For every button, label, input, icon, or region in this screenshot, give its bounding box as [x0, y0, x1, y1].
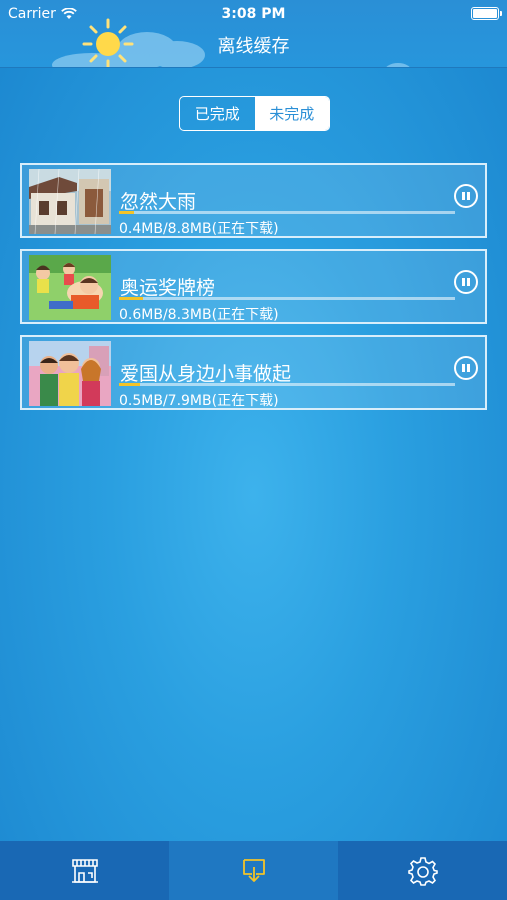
video-thumbnail	[29, 255, 111, 320]
download-title: 爱国从身边小事做起	[120, 363, 292, 385]
download-item[interactable]: 奥运奖牌榜 0.6MB/8.3MB(正在下载)	[20, 249, 487, 324]
download-item[interactable]: 爱国从身边小事做起 0.5MB/7.9MB(正在下载)	[20, 335, 487, 410]
download-progress	[119, 383, 455, 386]
status-bar: Carrier 3:08 PM	[0, 0, 507, 28]
download-size: 0.6MB/8.3MB(正在下载)	[119, 307, 279, 323]
video-thumbnail	[29, 169, 111, 234]
download-icon	[242, 858, 265, 882]
download-progress-fill	[119, 383, 141, 386]
gear-icon	[407, 856, 438, 886]
download-progress-fill	[119, 297, 144, 300]
tab-store[interactable]	[0, 841, 169, 900]
download-item[interactable]: 忽然大雨 0.4MB/8.8MB(正在下载)	[20, 163, 487, 238]
status-time: 3:08 PM	[221, 6, 286, 22]
store-icon	[71, 858, 98, 883]
navigation-bar: Carrier 3:08 PM 离线缓存	[0, 0, 507, 68]
tab-bar	[0, 841, 507, 900]
cloud-decoration	[386, 63, 410, 67]
tab-settings[interactable]	[338, 841, 507, 900]
pause-button[interactable]	[454, 184, 478, 208]
segmented-control: 已完成 未完成	[179, 96, 330, 131]
pause-button[interactable]	[454, 356, 478, 380]
download-progress-fill	[119, 211, 135, 214]
tab-download[interactable]	[169, 841, 338, 900]
page-title: 离线缓存	[217, 36, 290, 57]
battery-icon	[471, 7, 502, 20]
download-size: 0.4MB/8.8MB(正在下载)	[119, 221, 279, 237]
segment-completed[interactable]: 已完成	[180, 97, 255, 130]
video-thumbnail	[29, 341, 111, 406]
segment-incomplete[interactable]: 未完成	[254, 97, 329, 130]
pause-button[interactable]	[454, 270, 478, 294]
download-size: 0.5MB/7.9MB(正在下载)	[119, 393, 279, 409]
download-title: 奥运奖牌榜	[120, 277, 216, 299]
download-progress	[119, 211, 455, 214]
download-title: 忽然大雨	[120, 191, 197, 213]
download-progress	[119, 297, 455, 300]
